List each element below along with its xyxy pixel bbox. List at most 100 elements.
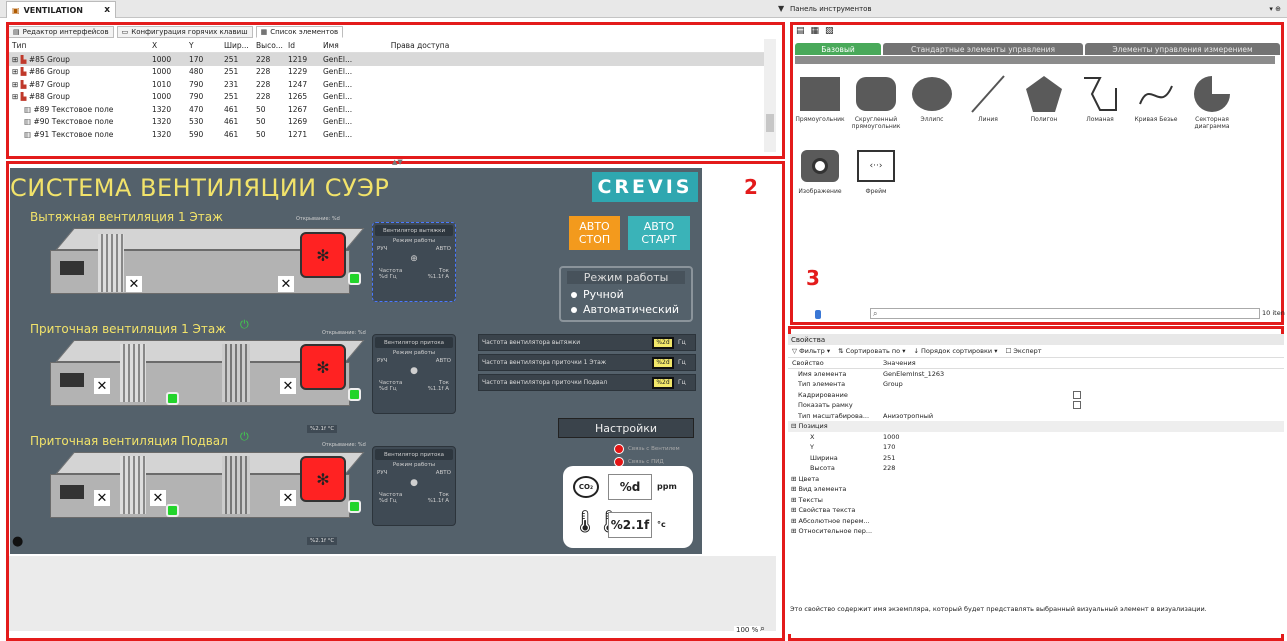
expand-icon[interactable]: ⊞ <box>12 67 21 76</box>
property-group-position[interactable]: ⊟ Позиция <box>788 421 1284 432</box>
supply-fan-icon[interactable]: ✻ <box>300 456 346 502</box>
column-header[interactable]: Тип <box>9 39 149 52</box>
expand-icon[interactable]: ⊞ <box>791 506 799 514</box>
property-row[interactable]: Y 170 <box>788 442 1284 453</box>
property-group[interactable]: ⊞ Тексты <box>788 494 1284 505</box>
auto-start-button[interactable]: АВТО СТАРТ <box>628 216 690 250</box>
expand-icon[interactable]: ⊞ <box>791 496 799 504</box>
toolbox-item-frame[interactable]: ‹··› Фрейм <box>849 144 903 216</box>
property-group[interactable]: ⊞ Свойства текста <box>788 505 1284 516</box>
wrench-icon[interactable]: ✕ <box>280 490 296 506</box>
document-tab-ventilation[interactable]: ▣ VENTILATION x <box>6 1 116 18</box>
auto-label[interactable]: АВТО <box>436 246 451 252</box>
column-header[interactable]: Id <box>285 39 320 52</box>
scrollbar-thumb[interactable] <box>766 114 774 132</box>
freq-input[interactable]: %2d <box>652 336 674 349</box>
property-row[interactable]: Высота 228 <box>788 463 1284 474</box>
tab-standard-controls[interactable]: Стандартные элементы управления <box>883 43 1083 55</box>
freq-input[interactable]: %2d <box>652 356 674 369</box>
power-icon[interactable]: ⏻ <box>240 430 249 444</box>
freq-input[interactable]: %2d <box>652 376 674 389</box>
toolbox-item-bezier[interactable]: Кривая Безье <box>1129 72 1183 144</box>
exhaust-fan-icon[interactable]: ✻ <box>300 232 346 278</box>
property-group[interactable]: ⊞ Абсолютное перем... <box>788 515 1284 526</box>
auto-label[interactable]: АВТО <box>436 358 451 364</box>
column-header[interactable]: X <box>149 39 186 52</box>
tab-measurement-controls[interactable]: Элементы управления измерением <box>1085 43 1280 55</box>
expand-icon[interactable]: ⊞ <box>12 55 21 64</box>
column-header[interactable]: Имя <box>320 39 360 52</box>
table-row[interactable]: ▥ #91 Текстовое поле 1320 590 461 50 1271 GenE… <box>9 128 776 141</box>
wrench-icon[interactable]: ✕ <box>126 276 142 292</box>
property-row[interactable]: Ширина 251 <box>788 453 1284 464</box>
toolbox-item-pie[interactable]: Секторная диаграмма <box>1185 72 1239 144</box>
column-header[interactable]: Y <box>186 39 221 52</box>
splitter-handle[interactable]: ▲▼ <box>392 158 403 166</box>
property-group[interactable]: ⊞ Относительное пер... <box>788 526 1284 537</box>
toolbox-item-rounded-rectangle[interactable]: Скругленный прямоугольник <box>849 72 903 144</box>
close-icon[interactable]: x <box>104 5 110 15</box>
table-row[interactable]: ⊞ ▙ #86 Group 1000 480 251 228 1229 GenEl... <box>9 66 776 79</box>
wrench-icon[interactable]: ✕ <box>150 490 166 506</box>
property-group[interactable]: ⊞ Цвета <box>788 473 1284 484</box>
wrench-icon[interactable]: ✕ <box>280 378 296 394</box>
user-icon[interactable]: ● <box>12 534 23 549</box>
property-group[interactable]: ⊞ Вид элемента <box>788 484 1284 495</box>
wrench-icon[interactable]: ✕ <box>94 490 110 506</box>
table-row[interactable]: ▥ #90 Текстовое поле 1320 530 461 50 1269 GenE… <box>9 116 776 129</box>
panel-menu-icon[interactable]: ▾ ⊕ <box>1269 5 1281 13</box>
filter-button[interactable]: ▽ Фильтр ▾ <box>792 347 830 355</box>
radio-auto[interactable]: Автоматический <box>571 302 691 317</box>
switch-icon[interactable]: ⊕ <box>373 254 455 264</box>
property-row[interactable]: Кадрирование <box>788 390 1284 401</box>
zoom-icon[interactable]: ⌕ <box>760 624 765 634</box>
expand-icon[interactable]: ⊞ <box>12 80 21 89</box>
toolbox-item-image[interactable]: Изображение <box>793 144 847 216</box>
table-row[interactable]: ▥ #89 Текстовое поле 1320 470 461 50 1267 GenE… <box>9 103 776 116</box>
clipping-checkbox[interactable] <box>1073 390 1081 399</box>
fan-control-panel-supply-1[interactable]: Вентилятор притока Режим работы РУЧ АВТО … <box>372 334 456 414</box>
expand-icon[interactable]: ⊞ <box>12 92 21 101</box>
manual-label[interactable]: РУЧ <box>377 246 387 252</box>
sort-order-button[interactable]: ↓ Порядок сортировки ▾ <box>913 347 997 355</box>
tab-basic[interactable]: Базовый <box>795 43 881 55</box>
toolbox-item-polygon[interactable]: Полигон <box>1017 72 1071 144</box>
supply-fan-icon[interactable]: ✻ <box>300 344 346 390</box>
manual-label[interactable]: РУЧ <box>377 358 387 364</box>
column-header[interactable]: Права доступа <box>360 39 480 52</box>
property-row[interactable]: Тип элемента Group <box>788 379 1284 390</box>
show-frame-checkbox[interactable] <box>1073 401 1081 410</box>
fan-control-panel-basement[interactable]: Вентилятор притока Режим работы РУЧ АВТО … <box>372 446 456 526</box>
toolbox-item-rectangle[interactable]: Прямоугольник <box>793 72 847 144</box>
toolbox-item-polyline[interactable]: Ломаная <box>1073 72 1127 144</box>
switch-icon[interactable]: ● <box>373 366 455 376</box>
expand-icon[interactable]: ⊞ <box>791 517 799 525</box>
expand-icon[interactable]: ⊞ <box>791 527 799 535</box>
auto-stop-button[interactable]: АВТО СТОП <box>569 216 620 250</box>
expand-icon[interactable]: ⊞ <box>791 485 799 493</box>
settings-button[interactable]: Настройки <box>558 418 694 438</box>
expert-checkbox[interactable]: ☐ Эксперт <box>1005 347 1041 355</box>
sort-by-button[interactable]: ⇅ Сортировать по ▾ <box>838 347 905 355</box>
icon-size-slider[interactable]: ⌕ 10 iten <box>795 307 1285 321</box>
auto-label[interactable]: АВТО <box>436 470 451 476</box>
column-header[interactable]: Шир... <box>221 39 253 52</box>
table-row[interactable]: ⊞ ▙ #88 Group 1000 790 251 228 1265 GenEl... <box>9 91 776 104</box>
slider-thumb[interactable] <box>815 310 821 319</box>
expand-icon[interactable]: ⊞ <box>791 475 799 483</box>
radio-manual[interactable]: Ручной <box>571 287 691 302</box>
table-row[interactable]: ⊞ ▙ #87 Group 1010 790 231 228 1247 GenEl... <box>9 78 776 91</box>
toolbox-item-ellipse[interactable]: Эллипс <box>905 72 959 144</box>
property-row[interactable]: Имя элемента GenElemInst_1263 <box>788 369 1284 380</box>
manual-label[interactable]: РУЧ <box>377 470 387 476</box>
power-icon[interactable]: ⏻ <box>240 318 249 332</box>
fan-control-panel-exhaust[interactable]: Вентилятор вытяжки Режим работы РУЧ АВТО … <box>372 222 456 302</box>
column-header[interactable]: Высо... <box>253 39 285 52</box>
property-row[interactable]: X 1000 <box>788 432 1284 443</box>
switch-icon[interactable]: ● <box>373 478 455 488</box>
zoom-level[interactable]: 100 % <box>734 626 761 634</box>
vertical-scrollbar[interactable] <box>764 39 776 152</box>
search-field[interactable]: ⌕ <box>870 308 1260 319</box>
wrench-icon[interactable]: ✕ <box>278 276 294 292</box>
wrench-icon[interactable]: ✕ <box>94 378 110 394</box>
